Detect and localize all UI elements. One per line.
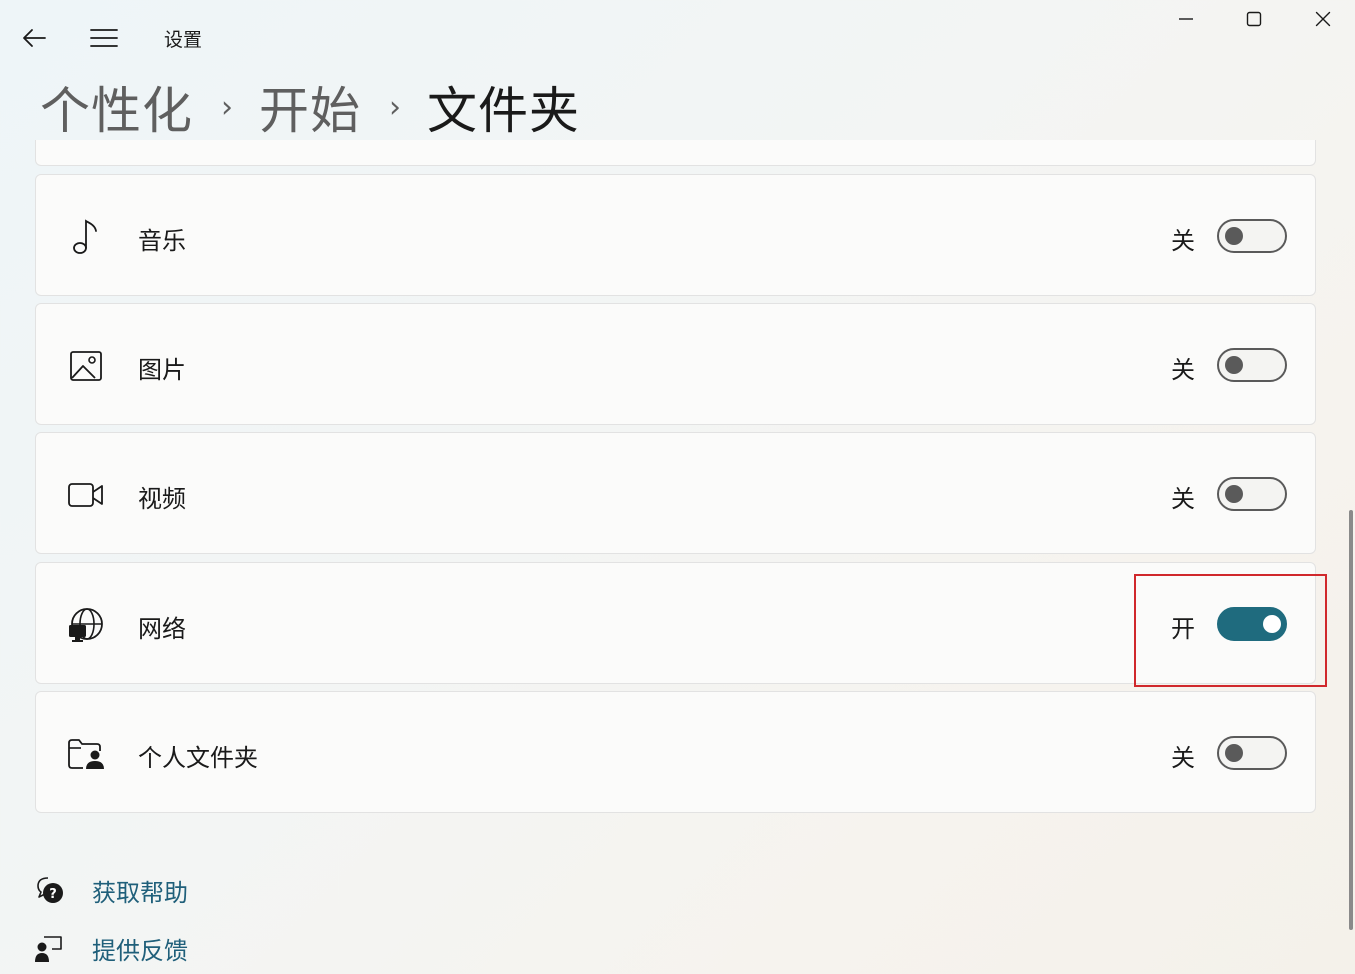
toggle-state-label: 关	[1171, 227, 1195, 255]
scrollbar[interactable]	[1349, 510, 1353, 930]
folder-label: 个人文件夹	[138, 744, 258, 772]
picture-icon	[66, 346, 106, 386]
breadcrumb-separator: ›	[221, 89, 233, 125]
toggle-knob	[1263, 615, 1281, 633]
folder-label: 图片	[138, 356, 186, 384]
pictures-toggle[interactable]	[1217, 348, 1287, 382]
toggle-knob	[1225, 227, 1243, 245]
folder-row-music: 音乐 关	[35, 174, 1316, 296]
network-globe-icon	[66, 605, 106, 645]
video-camera-icon	[66, 475, 106, 515]
back-button[interactable]	[14, 18, 54, 58]
minimize-button[interactable]	[1152, 0, 1220, 38]
get-help-link[interactable]: ? 获取帮助	[34, 870, 188, 910]
maximize-icon	[1246, 11, 1262, 27]
minimize-icon	[1179, 18, 1193, 20]
personal-folder-icon	[66, 734, 106, 774]
page-title: 文件夹	[427, 82, 580, 140]
close-icon	[1315, 11, 1331, 27]
app-title: 设置	[164, 29, 203, 51]
get-help-label: 获取帮助	[92, 878, 188, 907]
toggle-state-label: 关	[1171, 485, 1195, 513]
toggle-state-label: 开	[1171, 615, 1195, 643]
toggle-knob	[1225, 485, 1243, 503]
toggle-state-label: 关	[1171, 744, 1195, 772]
folder-row-personal-folder: 个人文件夹 关	[35, 691, 1316, 813]
toggle-state-label: 关	[1171, 356, 1195, 384]
toggle-knob	[1225, 744, 1243, 762]
give-feedback-label: 提供反馈	[92, 936, 188, 965]
clipped-setting-card	[35, 140, 1316, 166]
folder-label: 视频	[138, 485, 186, 513]
help-chat-icon: ?	[34, 875, 64, 905]
breadcrumb-separator: ›	[389, 89, 401, 125]
videos-toggle[interactable]	[1217, 477, 1287, 511]
personal-folder-toggle[interactable]	[1217, 736, 1287, 770]
breadcrumb: 个性化 › 开始 › 文件夹	[40, 72, 580, 142]
feedback-icon	[34, 933, 64, 963]
music-toggle[interactable]	[1217, 219, 1287, 253]
toggle-knob	[1225, 356, 1243, 374]
folder-row-videos: 视频 关	[35, 432, 1316, 554]
folder-row-network: 网络 开	[35, 562, 1316, 684]
maximize-button[interactable]	[1220, 0, 1288, 38]
svg-text:?: ?	[49, 887, 57, 902]
breadcrumb-item-personalization[interactable]: 个性化	[40, 71, 193, 143]
navigation-menu-button[interactable]	[84, 18, 124, 58]
folder-row-pictures: 图片 关	[35, 303, 1316, 425]
network-toggle[interactable]	[1217, 607, 1287, 641]
breadcrumb-item-start[interactable]: 开始	[259, 71, 361, 143]
folder-label: 音乐	[138, 227, 186, 255]
close-button[interactable]	[1289, 0, 1355, 38]
give-feedback-link[interactable]: 提供反馈	[34, 928, 188, 968]
title-bar: 设置	[0, 0, 1355, 72]
music-note-icon	[66, 217, 106, 257]
hamburger-menu-icon	[90, 29, 118, 47]
back-arrow-icon	[23, 29, 46, 47]
folder-label: 网络	[138, 615, 186, 643]
